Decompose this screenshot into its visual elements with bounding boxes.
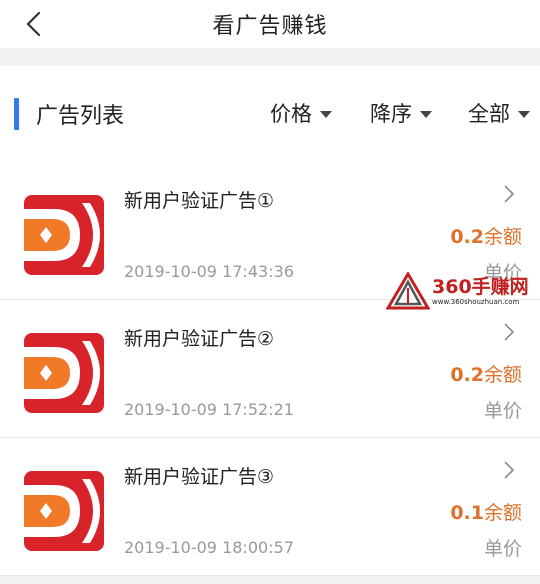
ad-logo-icon [24,195,104,275]
filter-label: 价格 [270,102,312,126]
caret-down-icon [320,110,332,118]
amount-suffix: 余额 [483,502,522,524]
unit-label: 单价 [483,538,522,560]
section-divider [0,48,540,66]
amount-value: 0.2 [450,364,484,386]
ad-amount: 0.2余额 [450,360,522,387]
ad-name: 新用户验证广告③ [124,466,275,488]
page-title: 看广告赚钱 [212,14,328,39]
unit-label: 单价 [483,400,522,422]
caret-down-icon [420,110,432,118]
list-item[interactable]: 新用户验证广告② 2019-10-09 17:52:21 0.2余额 单价 [0,300,540,438]
filter-order-dropdown[interactable]: 降序 [370,98,432,128]
ad-amount: 0.1余额 [450,498,522,525]
watermark-logo-icon [386,272,430,310]
amount-value: 0.2 [450,226,484,248]
caret-down-icon [518,110,530,118]
ad-name: 新用户验证广告② [124,328,275,350]
top-bar: 看广告赚钱 [0,0,540,48]
ad-amount: 0.2余额 [450,222,522,249]
filter-price-dropdown[interactable]: 价格 [270,98,332,128]
filter-label: 全部 [468,102,510,126]
ad-logo-icon [24,333,104,413]
filter-label: 降序 [370,102,412,126]
watermark: 360手赚网 www.360shouzhuan.com [386,270,536,316]
chevron-right-icon [504,461,515,479]
list-title: 广告列表 [36,104,125,129]
list-header: 广告列表 价格 降序 全部 [0,66,540,162]
ad-timestamp: 2019-10-09 18:00:57 [124,538,294,557]
title-accent-bar [14,98,19,130]
ad-list: 新用户验证广告① 2019-10-09 17:43:36 0.2余额 单价 新用… [0,162,540,576]
amount-value: 0.1 [450,502,484,524]
amount-suffix: 余额 [483,226,522,248]
ad-name: 新用户验证广告① [124,190,275,212]
watermark-url: www.360shouzhuan.com [432,298,520,306]
chevron-right-icon [504,185,515,203]
watermark-name: 360手赚网 [432,276,529,298]
ad-timestamp: 2019-10-09 17:52:21 [124,400,294,419]
list-item[interactable]: 新用户验证广告③ 2019-10-09 18:00:57 0.1余额 单价 [0,438,540,576]
ad-timestamp: 2019-10-09 17:43:36 [124,262,294,281]
chevron-right-icon [504,323,515,341]
filter-scope-dropdown[interactable]: 全部 [468,98,530,128]
ad-logo-icon [24,471,104,551]
amount-suffix: 余额 [483,364,522,386]
